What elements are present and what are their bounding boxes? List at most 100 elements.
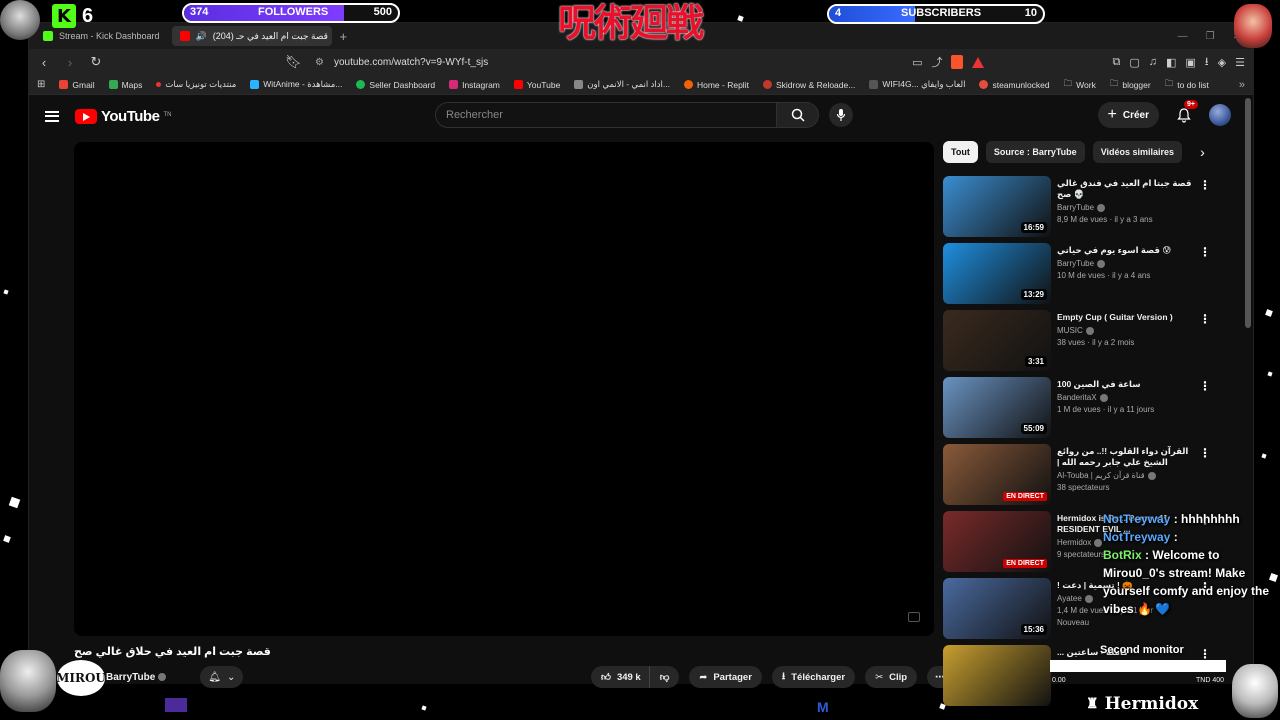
bookmark-witanime[interactable]: WitAnime - مشاهدة... [250,79,342,90]
minimize-icon[interactable]: — [1178,31,1188,42]
video-channel[interactable]: BanderitaX [1057,393,1193,402]
chip-source[interactable]: Source : BarryTube [985,141,1085,163]
video-duration: 16:59 [1020,222,1047,233]
profile-avatar[interactable] [1209,104,1231,126]
search-input[interactable] [435,102,777,128]
wallet-icon[interactable]: ▣ [1185,56,1195,69]
video-thumbnail[interactable]: EN DIRECT [943,444,1051,505]
speaker-icon[interactable]: 🔊 [196,31,207,42]
clip-button[interactable]: ✂ Clip [865,666,918,688]
video-title[interactable]: قصة اسوء يوم في حياتي 😰 [1057,245,1193,256]
screenshot-icon[interactable]: ▢ [1129,56,1139,69]
notifications-button[interactable]: 9+ [1175,100,1198,124]
more-vertical-icon[interactable]: ⋮ [1199,379,1211,393]
video-thumbnail[interactable]: 55:09 [943,377,1051,438]
miniplayer-icon[interactable] [908,612,920,622]
sidebar-icon[interactable]: ◧ [1166,56,1176,69]
bookmark-tunisia-sat[interactable]: منتديات تونيزيا سات [156,79,236,90]
chat-username[interactable]: NotTreyway [1103,530,1170,544]
video-thumbnail[interactable]: 15:36 [943,578,1051,639]
share-icon[interactable]: ⤴ [931,54,942,70]
chip-similar[interactable]: Vidéos similaires [1092,141,1183,163]
new-tab-button[interactable]: + [340,29,348,44]
bookmark-skidrow[interactable]: Skidrow & Reloade... [762,80,855,90]
dislike-button[interactable]: 👎︎ [648,666,680,688]
forward-icon[interactable]: › [63,55,77,70]
wifi4games-icon [869,80,879,89]
download-button[interactable]: ⭳ Télécharger [771,666,856,688]
bookmark-steamunlocked[interactable]: steamunlocked [979,80,1050,90]
video-title[interactable]: قصة جبتا ام العيد في فندق غالي صح 💀 [1057,178,1193,200]
more-vertical-icon[interactable]: ⋮ [1199,245,1211,259]
download-icon[interactable]: ⭳ [1205,53,1209,72]
bookmark-seller-dashboard[interactable]: Seller Dashboard [356,80,435,90]
video-thumbnail[interactable]: 13:29 [943,243,1051,304]
recommendation-item[interactable]: 16:59 قصة جبتا ام العيد في فندق غالي صح … [943,176,1213,243]
recommendation-item[interactable]: 13:29 قصة اسوء يوم في حياتي 😰 BarryTube … [943,243,1213,310]
video-channel[interactable]: Al-Touba | قناة قرآن كريم [1057,471,1193,480]
more-vertical-icon[interactable]: ⋮ [1199,178,1211,192]
youtube-logo[interactable]: YouTube TN [75,108,171,125]
menu-icon[interactable]: ☰ [1235,56,1245,69]
share-button[interactable]: ➦ Partager [689,666,762,688]
guide-menu-icon[interactable] [45,110,59,122]
page-scrollbar[interactable] [1245,98,1251,328]
bookmark-anime[interactable]: اداد انمي - الانمي اون... [574,79,670,90]
video-thumbnail[interactable]: 16:59 [943,176,1051,237]
video-channel[interactable]: MUSIC [1057,326,1193,335]
video-title[interactable]: 100 ساعة في الصين [1057,379,1193,390]
brave-rewards-icon[interactable] [972,56,985,68]
chip-all[interactable]: Tout [943,141,978,163]
bookmark-folder-work[interactable]: 🗀 Work [1064,78,1096,92]
bookmark-icon[interactable]: 🔖︎ [285,54,302,70]
more-vertical-icon[interactable]: ⋮ [1199,312,1211,326]
music-icon[interactable]: ♫ [1149,56,1157,68]
search-button[interactable] [777,102,819,128]
vpn-icon[interactable]: ◈ [1218,56,1226,69]
bookmark-replit[interactable]: Home - Replit [683,79,749,90]
bookmark-wifi4games[interactable]: WIFI4G... العاب وايفاي [869,79,965,90]
share-label: Partager [713,671,752,683]
bookmark-maps[interactable]: Maps [108,80,142,90]
chevron-right-icon[interactable]: › [1200,144,1205,160]
site-info-icon[interactable]: ⚙︎ [315,57,324,68]
video-channel[interactable]: BarryTube [1057,259,1193,268]
tab-kick-dashboard[interactable]: Stream - Kick Dashboard [35,26,168,46]
tab-youtube[interactable]: 🔊 (204) قصة جبت ام العيد في حـ ✕ [171,26,332,46]
bookmark-folder-todo[interactable]: 🗀 to do list [1165,78,1209,92]
video-title[interactable]: القرآن دواء القلوب !!.. من روائع الشيخ ع… [1057,446,1193,468]
video-thumbnail[interactable]: 3:31 [943,310,1051,371]
bookmark-youtube[interactable]: YouTube [513,80,560,90]
recommendation-item[interactable]: 55:09 100 ساعة في الصين BanderitaX 1 M d… [943,377,1213,444]
bookmark-gmail[interactable]: Gmail [59,80,95,90]
subscribed-bell-button[interactable]: 🔔︎ ⌄ [200,666,244,688]
voice-search-button[interactable] [829,103,853,127]
maximize-icon[interactable]: ❐ [1206,31,1215,42]
back-icon[interactable]: ‹ [37,55,51,70]
video-duration: 3:31 [1024,356,1047,367]
video-thumbnail[interactable]: EN DIRECT [943,511,1051,572]
cast-icon[interactable]: ▭ [912,56,922,69]
video-title[interactable]: Empty Cup ( Guitar Version ) [1057,312,1193,323]
video-thumbnail[interactable] [943,645,1051,706]
more-bookmarks-icon[interactable]: » [1239,79,1245,91]
more-vertical-icon[interactable]: ⋮ [1199,446,1211,460]
video-channel[interactable]: BarryTube [1057,203,1193,212]
bookmark-folder-blogger[interactable]: 🗀 blogger [1110,78,1151,92]
brave-shield-icon[interactable] [951,55,964,69]
chat-username[interactable]: BotRix [1103,548,1142,562]
recommendation-item[interactable]: EN DIRECT القرآن دواء القلوب !!.. من روا… [943,444,1213,511]
apps-grid-icon[interactable]: ⊞ [37,79,45,90]
video-player[interactable] [74,142,934,636]
like-button[interactable]: 👍︎ 349 k [591,666,649,688]
more-vertical-icon[interactable]: ⋮ [1199,647,1211,661]
url-field[interactable]: ⚙︎ youtube.com/watch?v=9-WYf-t_sjs [311,52,900,72]
create-button[interactable]: + Créer [1097,102,1159,128]
chat-username[interactable]: NotTreyway [1103,512,1170,526]
extension-icon[interactable]: ⧉ [1112,56,1120,69]
bookmark-label: Home - Replit [696,79,749,90]
reload-icon[interactable]: ↻ [89,54,103,70]
bookmark-instagram[interactable]: Instagram [449,80,500,90]
recommendation-item[interactable]: 3:31 Empty Cup ( Guitar Version ) MUSIC … [943,310,1213,377]
channel-name[interactable]: BarryTube [106,672,167,683]
